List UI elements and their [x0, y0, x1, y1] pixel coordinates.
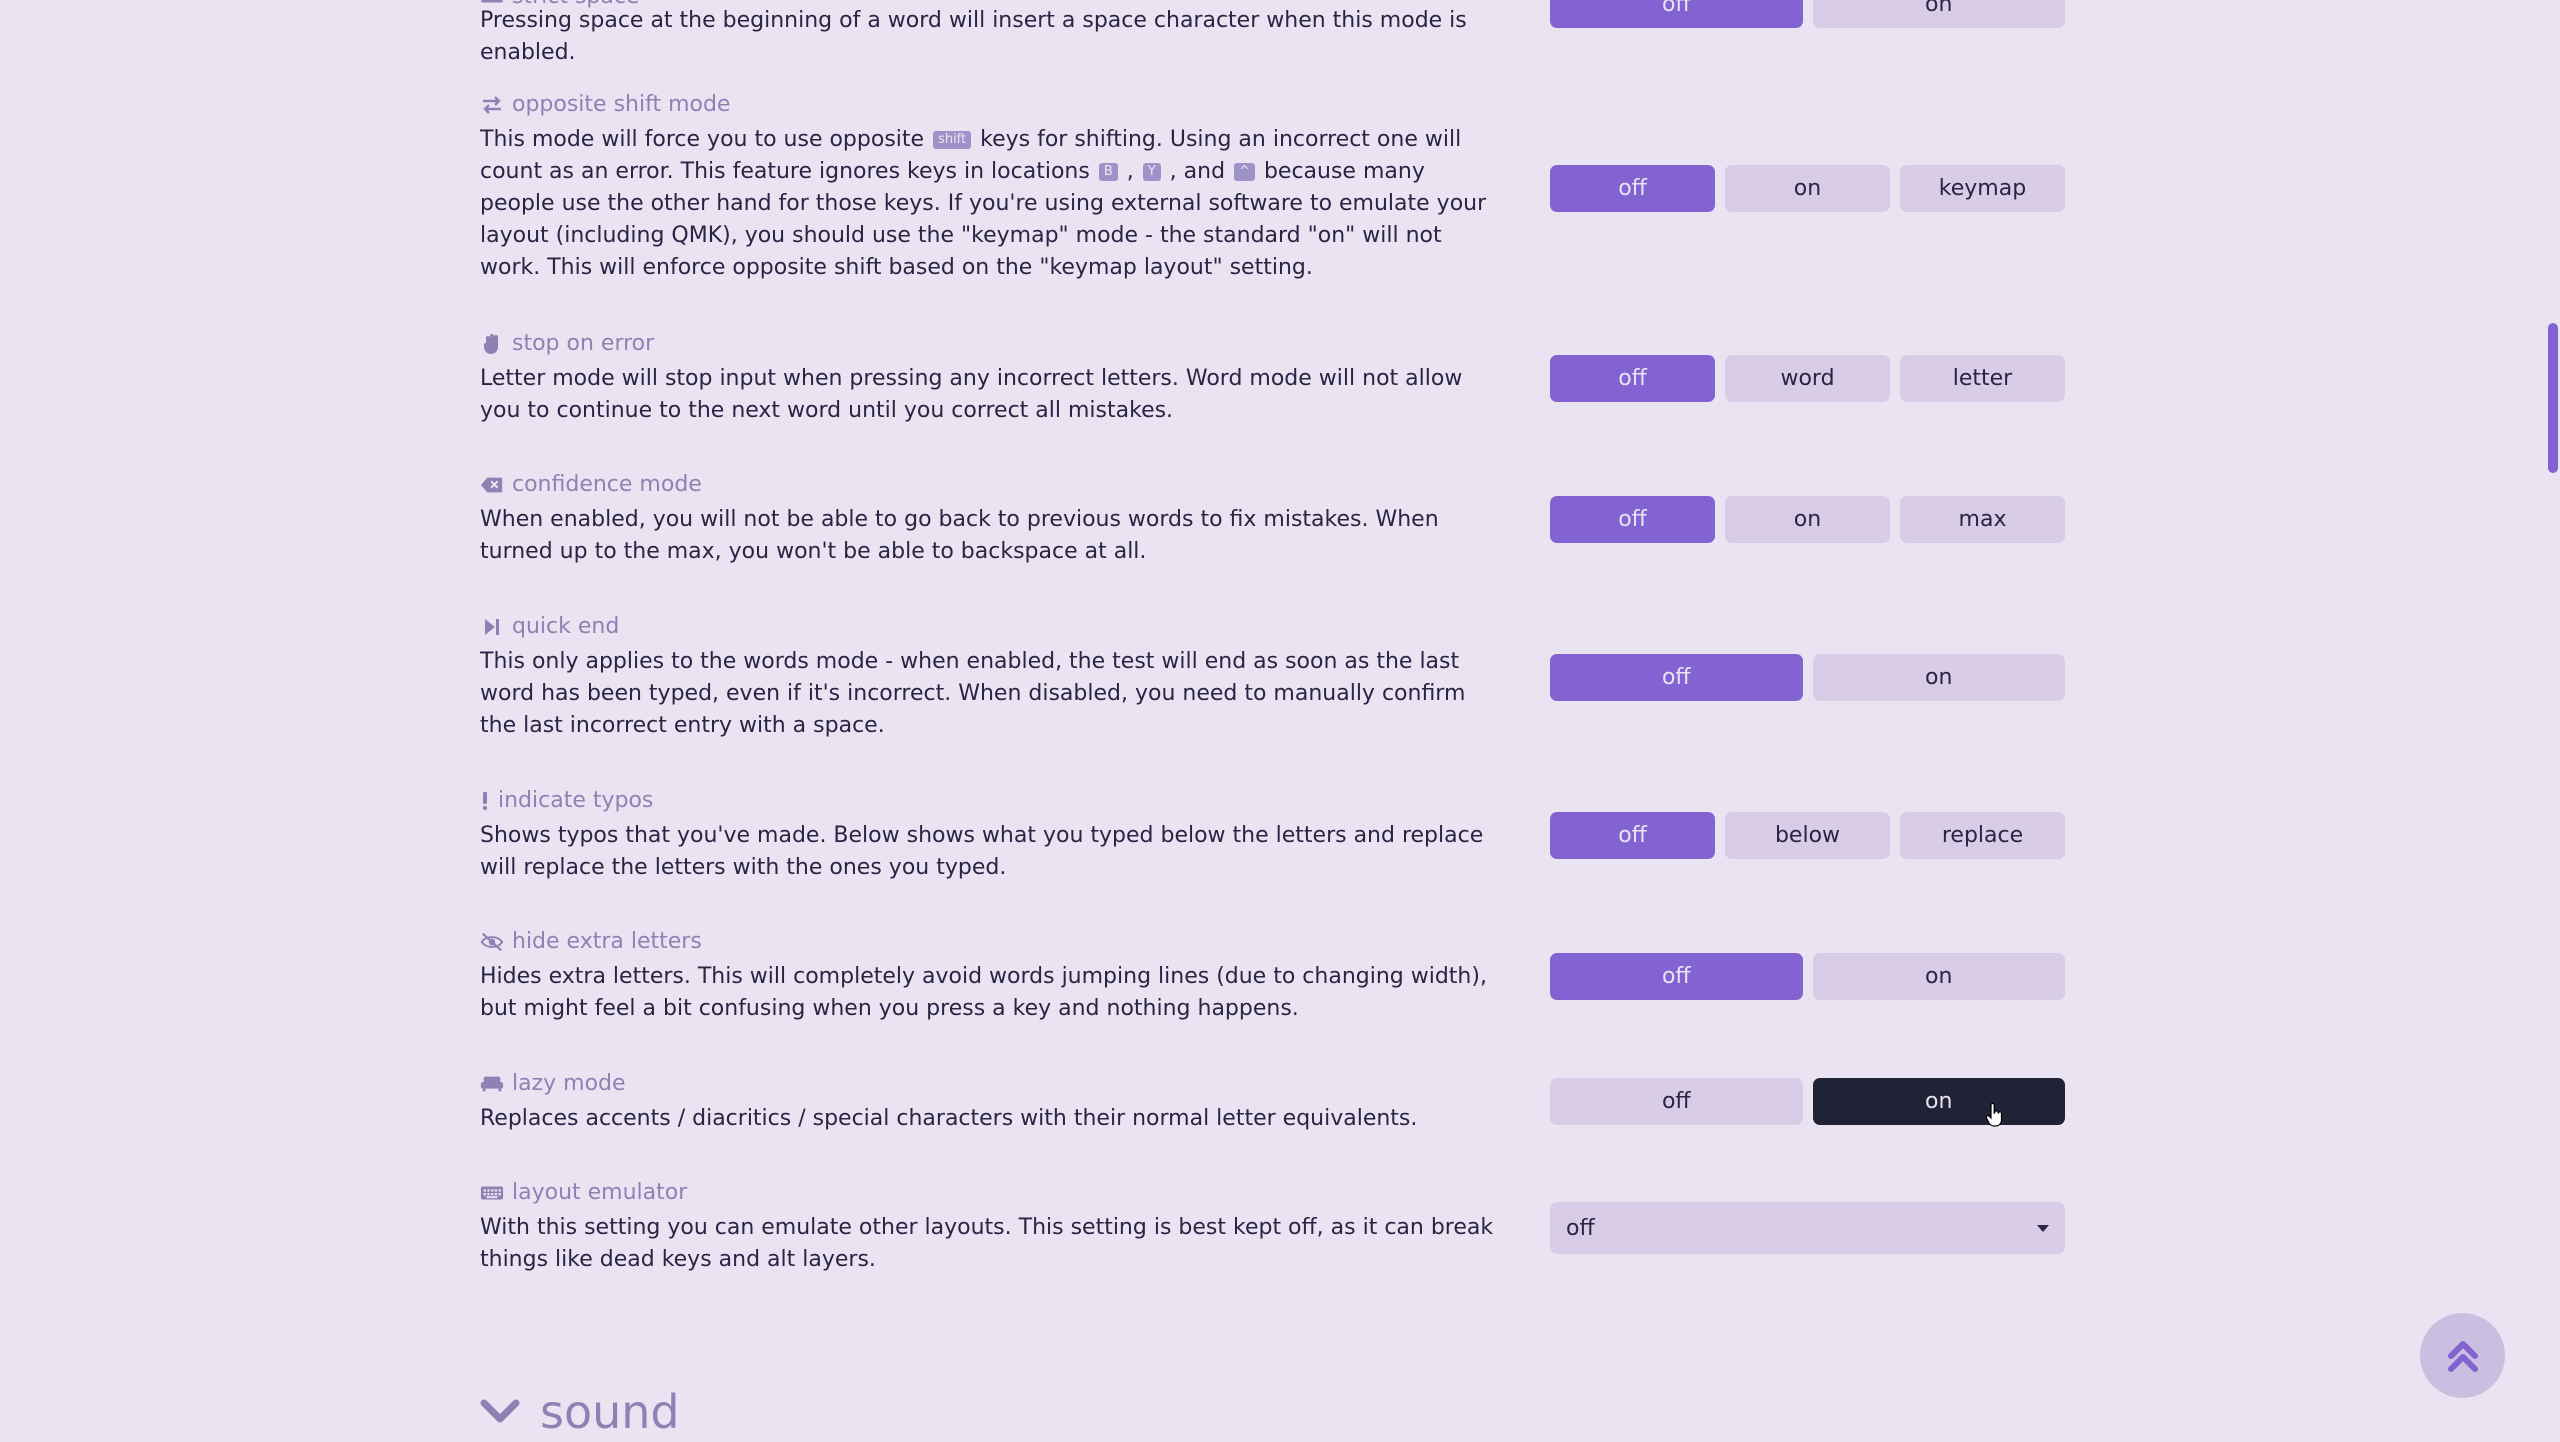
section-title: sound [540, 1385, 680, 1439]
kbd-caret: ^ [1234, 163, 1255, 181]
option-off-button[interactable]: off [1550, 1078, 1803, 1125]
opposite-arrows-icon [480, 94, 504, 116]
setting-title-text: stop on error [512, 331, 655, 356]
setting-title-text: layout emulator [512, 1180, 688, 1205]
setting-title-text: lazy mode [512, 1071, 626, 1096]
option-group: off word letter [1550, 355, 2065, 402]
setting-description: When enabled, you will not be able to go… [480, 507, 1439, 564]
option-group: off on max [1550, 496, 2065, 543]
option-group: off below replace [1550, 812, 2065, 859]
option-off-button[interactable]: off [1550, 496, 1715, 543]
layout-emulator-select[interactable]: off [1550, 1202, 2065, 1254]
option-replace-button[interactable]: replace [1900, 812, 2065, 859]
option-on-button[interactable]: on [1725, 496, 1890, 543]
scrollbar-track[interactable] [2546, 0, 2560, 1442]
setting-description: This only applies to the words mode - wh… [480, 649, 1466, 738]
option-word-button[interactable]: word [1725, 355, 1890, 402]
desc-text: , [1119, 159, 1141, 184]
option-below-button[interactable]: below [1725, 812, 1890, 859]
eye-slash-icon [480, 931, 504, 953]
setting-description: With this setting you can emulate other … [480, 1215, 1494, 1272]
setting-title-text: quick end [512, 614, 620, 639]
option-group: off on [1550, 953, 2065, 1000]
setting-title: stop on error [480, 331, 654, 356]
option-letter-button[interactable]: letter [1900, 355, 2065, 402]
option-off-button[interactable]: off [1550, 953, 1803, 1000]
keyboard-icon [480, 1182, 504, 1204]
option-off-button[interactable]: off [1550, 355, 1715, 402]
setting-title: opposite shift mode [480, 92, 730, 117]
setting-title: hide extra letters [480, 929, 702, 954]
pointer-cursor-icon [1985, 1102, 2003, 1131]
option-group: off on [1550, 654, 2065, 701]
option-keymap-button[interactable]: keymap [1900, 165, 2065, 212]
setting-description: Replaces accents / diacritics / special … [480, 1106, 1418, 1131]
option-off-button[interactable]: off [1550, 654, 1803, 701]
double-chevron-up-icon [2446, 1338, 2480, 1374]
kbd-shift: shift [933, 131, 972, 149]
option-off-button[interactable]: off [1550, 812, 1715, 859]
option-on-button[interactable]: on [1725, 165, 1890, 212]
desc-text: , and [1162, 159, 1233, 184]
step-forward-icon [480, 616, 504, 638]
setting-title-text: hide extra letters [512, 929, 702, 954]
option-off-button[interactable]: off [1550, 165, 1715, 212]
setting-title: indicate typos [480, 788, 653, 813]
kbd-y: Y [1142, 163, 1161, 181]
desc-text: This mode will force you to use opposite [480, 127, 932, 152]
option-group: off on [1550, 0, 2065, 28]
exclamation-icon [480, 790, 490, 812]
setting-description: Pressing space at the beginning of a wor… [480, 8, 1467, 65]
option-on-button[interactable]: on [1812, 0, 2065, 28]
setting-title-text: confidence mode [512, 472, 702, 497]
settings-page: strict space Pressing space at the begin… [0, 0, 2560, 1442]
hand-icon [480, 333, 504, 355]
caret-down-icon [2037, 1224, 2049, 1232]
setting-description: This mode will force you to use opposite… [480, 124, 1505, 284]
setting-title: lazy mode [480, 1071, 626, 1096]
setting-title: layout emulator [480, 1180, 687, 1205]
setting-title: quick end [480, 614, 619, 639]
setting-description: Hides extra letters. This will completel… [480, 964, 1487, 1021]
setting-title-text: indicate typos [498, 788, 654, 813]
scroll-to-top-button[interactable] [2420, 1313, 2505, 1398]
option-max-button[interactable]: max [1900, 496, 2065, 543]
backspace-icon [480, 474, 504, 496]
option-group: off on keymap [1550, 165, 2065, 212]
kbd-b: B [1098, 163, 1118, 181]
option-off-button[interactable]: off [1550, 0, 1803, 28]
chevron-down-icon [480, 1399, 520, 1425]
option-on-button[interactable]: on [1812, 654, 2065, 701]
setting-title-text: opposite shift mode [512, 92, 731, 117]
select-value: off [1566, 1215, 1595, 1241]
scrollbar-thumb[interactable] [2548, 323, 2558, 473]
setting-description: Shows typos that you've made. Below show… [480, 823, 1484, 880]
couch-icon [480, 1073, 504, 1095]
option-on-button[interactable]: on [1812, 953, 2065, 1000]
setting-description: Letter mode will stop input when pressin… [480, 366, 1463, 423]
section-header-sound[interactable]: sound [480, 1385, 680, 1439]
setting-title: confidence mode [480, 472, 702, 497]
option-on-button[interactable]: on [1812, 1078, 2065, 1125]
